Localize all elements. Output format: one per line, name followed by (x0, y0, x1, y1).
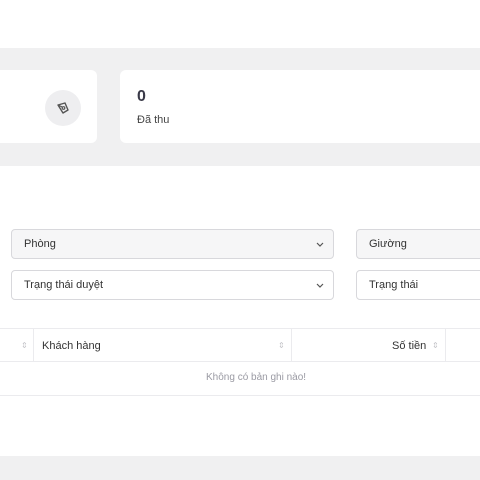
table-header: ⇕ Khách hàng ⇕ Số tiền ⇕ (0, 328, 480, 362)
stat-card-collected (120, 70, 480, 143)
bed-select-label: Giường (369, 238, 407, 250)
column-header-customer[interactable]: Khách hàng (42, 329, 101, 362)
column-divider (291, 329, 292, 362)
collected-label: Đã thu (137, 114, 170, 126)
chevron-down-icon (315, 239, 325, 249)
collected-value: 0 (137, 88, 146, 105)
chevron-down-icon (315, 280, 325, 290)
list-panel (0, 166, 480, 456)
column-divider (33, 329, 34, 362)
status-select-label: Trạng thái (369, 279, 419, 291)
column-header-amount[interactable]: Số tiền (392, 329, 426, 362)
status-select[interactable]: Trạng thái (356, 270, 480, 300)
room-select[interactable]: Phòng (11, 229, 334, 259)
table-empty-row: Không có bản ghi nào! (0, 362, 480, 396)
sort-icon[interactable]: ⇕ (432, 329, 439, 362)
approval-status-label: Trạng thái duyệt (24, 279, 104, 291)
bed-select[interactable]: Giường (356, 229, 480, 259)
room-select-label: Phòng (24, 238, 56, 250)
column-divider (445, 329, 446, 362)
column-header-customer-label: Khách hàng (42, 339, 101, 352)
pen-nib-icon (45, 90, 81, 126)
approval-status-select[interactable]: Trạng thái duyệt (11, 270, 334, 300)
empty-message: Không có bản ghi nào! (206, 372, 307, 383)
sort-icon[interactable]: ⇕ (278, 329, 285, 362)
top-header-band (0, 0, 480, 48)
column-header-amount-label: Số tiền (392, 339, 427, 352)
sort-icon[interactable]: ⇕ (21, 329, 28, 362)
